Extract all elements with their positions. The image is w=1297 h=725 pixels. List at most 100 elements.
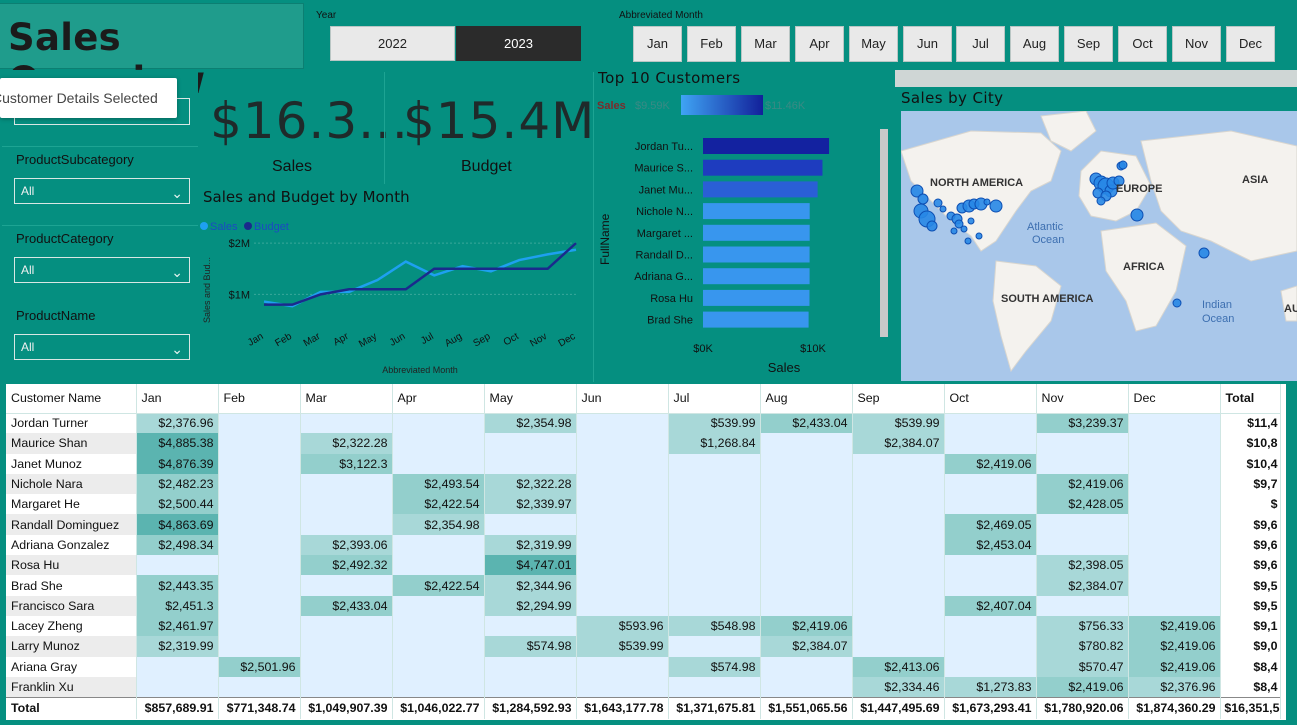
bar-chart-scrollbar[interactable] [880, 129, 888, 337]
column-total-cell: $1,551,065.56 [760, 696, 853, 720]
map-city-marker[interactable] [1096, 196, 1106, 206]
table-row[interactable]: Adriana Gonzalez $2,498.34 $2,393.06 $2,319… [6, 534, 1281, 556]
x-tick-label: Jun [388, 331, 407, 349]
table-row[interactable]: Brad She $2,443.35 $2,422.54 $2,344.96 $2,38… [6, 575, 1281, 596]
month-button-feb[interactable]: Feb [687, 26, 736, 62]
product-dropdown[interactable]: All ⌄ [14, 334, 190, 360]
legend-marker-budget [244, 222, 252, 230]
month-button-apr[interactable]: Apr [795, 26, 844, 62]
column-header[interactable]: Aug [760, 384, 853, 414]
column-header[interactable]: Jan [136, 384, 219, 414]
subcategory-dropdown[interactable]: All ⌄ [14, 178, 190, 204]
table-row[interactable]: Jordan Turner $2,376.96 $2,354.98 $539.99 $2… [6, 413, 1281, 434]
map-city-marker[interactable] [917, 193, 929, 205]
column-header[interactable]: Sep [852, 384, 945, 414]
value-cell [392, 433, 485, 454]
filter-label-product: ProductName [16, 308, 96, 323]
table-row[interactable]: Nichole Nara $2,482.23 $2,493.54 $2,322.28 $… [6, 473, 1281, 495]
month-button-nov[interactable]: Nov [1172, 26, 1221, 62]
table-row[interactable]: Margaret He $2,500.44 $2,422.54 $2,339.97 $2… [6, 494, 1281, 515]
bar-chart[interactable]: Sales $9.59K $11.46K Jordan Tu... Maurice… [595, 90, 895, 380]
bar-legend-min: $9.59K [635, 100, 671, 112]
table-row[interactable]: Rosa Hu $2,492.32 $4,747.01 $2,398.05 $9,6 [6, 555, 1281, 576]
month-button-jun[interactable]: Jun [903, 26, 952, 62]
customer-name-cell: Larry Munoz [6, 636, 137, 657]
sales-matrix[interactable]: Customer Name Jan Feb Mar Apr May Jun Jul Aug Sep… [6, 384, 1286, 720]
month-button-may[interactable]: May [849, 26, 898, 62]
bar-0[interactable] [703, 138, 830, 154]
value-cell [668, 555, 761, 576]
bar-7[interactable] [703, 289, 810, 306]
table-row[interactable]: Maurice Shan $4,885.38 $2,322.28 $1,268.84 $… [6, 433, 1281, 454]
month-button-jul[interactable]: Jul [956, 26, 1005, 62]
value-cell [392, 534, 485, 556]
bar-8[interactable] [703, 311, 809, 328]
bar-2[interactable] [703, 181, 818, 198]
sales-map[interactable]: NORTH AMERICA EUROPE ASIA Atlantic Ocean… [901, 111, 1297, 381]
map-city-marker[interactable] [989, 199, 1003, 213]
column-header[interactable]: Total [1220, 384, 1281, 414]
column-header[interactable]: Dec [1128, 384, 1221, 414]
value-cell [944, 615, 1037, 637]
column-header[interactable]: Nov [1036, 384, 1129, 414]
bar-6[interactable] [703, 268, 810, 285]
table-row[interactable]: Randall Dominguez $4,863.69 $2,354.98 $2,46… [6, 514, 1281, 535]
map-city-marker[interactable] [964, 237, 972, 245]
value-cell [1128, 575, 1221, 596]
month-button-jan[interactable]: Jan [633, 26, 682, 62]
map-city-marker[interactable] [1118, 160, 1128, 170]
bar-1[interactable] [703, 159, 823, 176]
month-button-sep[interactable]: Sep [1064, 26, 1113, 62]
x-tick-label: Apr [332, 331, 352, 349]
value-cell: $2,469.05 [944, 514, 1037, 535]
map-city-marker[interactable] [967, 217, 975, 225]
line-chart[interactable]: Sales Budget $2M $1M Jan Feb Mar Apr May Jun Jul… [198, 208, 592, 380]
month-button-oct[interactable]: Oct [1118, 26, 1167, 62]
line-series-budget[interactable] [264, 242, 577, 306]
map-city-marker[interactable] [939, 205, 947, 213]
value-cell [852, 473, 945, 495]
column-header[interactable]: Jul [668, 384, 761, 414]
bar-3[interactable] [703, 203, 810, 220]
legend-label-budget: Budget [254, 221, 289, 233]
map-label-indian: Indian [1202, 299, 1232, 311]
map-city-marker[interactable] [975, 232, 983, 240]
year-button-2022[interactable]: 2022 [330, 26, 455, 61]
table-row[interactable]: Ariana Gray $2,501.96 $574.98 $2,413.06 $570… [6, 656, 1281, 677]
column-header[interactable]: Customer Name [6, 384, 137, 414]
map-city-marker[interactable] [960, 225, 968, 233]
column-header[interactable]: Mar [300, 384, 393, 414]
map-city-marker[interactable] [983, 198, 991, 206]
column-header[interactable]: May [484, 384, 577, 414]
column-total-cell: $1,046,022.77 [392, 696, 485, 720]
map-city-marker[interactable] [1198, 247, 1210, 259]
legend-label-sales: Sales [210, 221, 238, 233]
x-tick-label: Jan [246, 331, 265, 349]
map-city-marker[interactable] [1172, 298, 1182, 308]
map-title: Sales by City [901, 89, 1004, 107]
bar-4[interactable] [703, 224, 810, 241]
category-dropdown[interactable]: All ⌄ [14, 257, 190, 283]
year-button-2023[interactable]: 2023 [456, 26, 581, 61]
table-row[interactable]: Francisco Sara $2,451.3 $2,433.04 $2,294.99… [6, 595, 1281, 616]
value-cell: $2,376.96 [1128, 676, 1221, 698]
bar-5[interactable] [703, 246, 810, 263]
month-button-aug[interactable]: Aug [1010, 26, 1059, 62]
column-header[interactable]: Jun [576, 384, 669, 414]
column-header[interactable]: Oct [944, 384, 1037, 414]
value-cell [668, 494, 761, 515]
table-row[interactable]: Lacey Zheng $2,461.97 $593.96 $548.98 $2,419… [6, 615, 1281, 637]
value-cell: $2,339.97 [484, 494, 577, 515]
table-row[interactable]: Larry Munoz $2,319.99 $574.98 $539.99 $2,384… [6, 636, 1281, 657]
map-city-marker[interactable] [950, 227, 958, 235]
table-row[interactable]: Janet Munoz $4,876.39 $3,122.3 $2,419.06 $10… [6, 453, 1281, 474]
map-city-marker[interactable] [933, 198, 943, 208]
month-button-mar[interactable]: Mar [741, 26, 790, 62]
table-row[interactable]: Franklin Xu $2,334.46 $1,273.83 $2,419.06 $2… [6, 676, 1281, 698]
column-header[interactable]: Apr [392, 384, 485, 414]
value-cell: $2,419.06 [1128, 636, 1221, 657]
month-button-dec[interactable]: Dec [1226, 26, 1275, 62]
column-header[interactable]: Feb [218, 384, 301, 414]
map-city-marker[interactable] [1130, 208, 1144, 222]
map-city-marker[interactable] [926, 220, 938, 232]
